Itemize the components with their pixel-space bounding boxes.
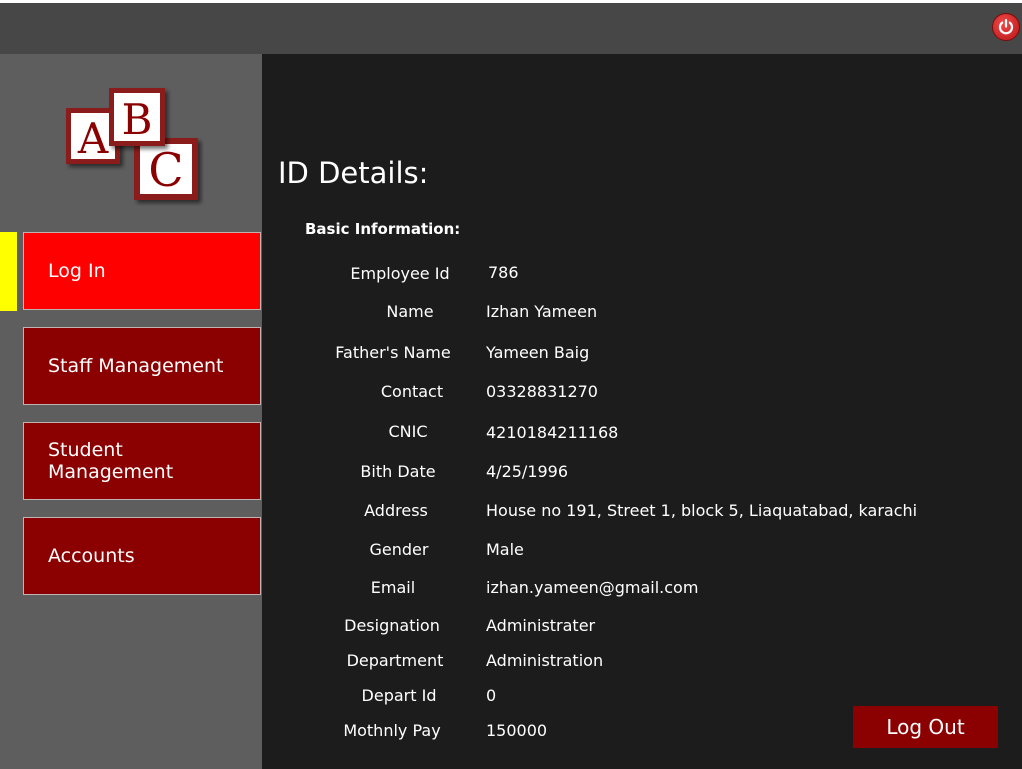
depart-id-value: 0 — [486, 686, 497, 705]
name-label: Name — [386, 302, 434, 321]
logo-block-b: B — [109, 88, 165, 146]
fathers-name-label: Father's Name — [335, 343, 451, 362]
power-button[interactable] — [992, 13, 1020, 41]
sidebar-item-log-in[interactable]: Log In — [23, 232, 261, 310]
address-value: House no 191, Street 1, block 5, Liaquat… — [486, 501, 918, 520]
section-title: Basic Information: — [305, 220, 461, 238]
svg-text:C: C — [148, 143, 183, 197]
sidebar: A C B Log In Staff Management Student Ma… — [0, 54, 262, 769]
contact-value: 03328831270 — [486, 382, 598, 401]
sidebar-item-label: Log In — [48, 260, 106, 282]
gender-value: Male — [486, 540, 524, 559]
active-nav-indicator — [0, 232, 17, 311]
address-label: Address — [364, 501, 428, 520]
department-label: Department — [346, 651, 444, 670]
designation-value: Administrater — [486, 616, 596, 635]
page-title: ID Details: — [278, 156, 429, 190]
designation-label: Designation — [344, 616, 440, 635]
monthly-pay-value: 150000 — [486, 721, 548, 740]
sidebar-item-student-management[interactable]: Student Management — [23, 422, 261, 500]
birth-date-label: Bith Date — [360, 462, 436, 481]
email-value: izhan.yameen@gmail.com — [486, 578, 699, 597]
employee-id-label: Employee Id — [350, 264, 450, 283]
log-out-button[interactable]: Log Out — [853, 706, 998, 748]
fathers-name-value: Yameen Baig — [486, 343, 590, 362]
abc-logo: A C B — [66, 88, 198, 200]
svg-text:B: B — [122, 95, 153, 144]
top-bar — [0, 3, 1022, 54]
department-value: Administration — [486, 651, 604, 670]
cnic-label: CNIC — [388, 422, 428, 441]
main-panel: ID Details: Basic Information: Employee … — [262, 54, 1022, 769]
power-icon — [998, 18, 1014, 35]
contact-label: Contact — [380, 382, 444, 401]
sidebar-item-label: Staff Management — [48, 355, 224, 377]
sidebar-item-label: Student Management — [48, 439, 174, 483]
birth-date-value: 4/25/1996 — [486, 462, 569, 481]
monthly-pay-label: Mothnly Pay — [343, 721, 441, 740]
sidebar-item-staff-management[interactable]: Staff Management — [23, 327, 261, 405]
svg-text:A: A — [77, 114, 109, 163]
logo-block-c: C — [134, 138, 198, 200]
sidebar-item-label: Accounts — [48, 545, 135, 567]
cnic-value: 4210184211168 — [486, 423, 619, 442]
employee-id-value: 786 — [488, 263, 519, 282]
gender-label: Gender — [369, 540, 429, 559]
sidebar-item-accounts[interactable]: Accounts — [23, 517, 261, 595]
name-value: Izhan Yameen — [486, 302, 598, 321]
email-label: Email — [370, 578, 416, 597]
depart-id-label: Depart Id — [361, 686, 437, 705]
